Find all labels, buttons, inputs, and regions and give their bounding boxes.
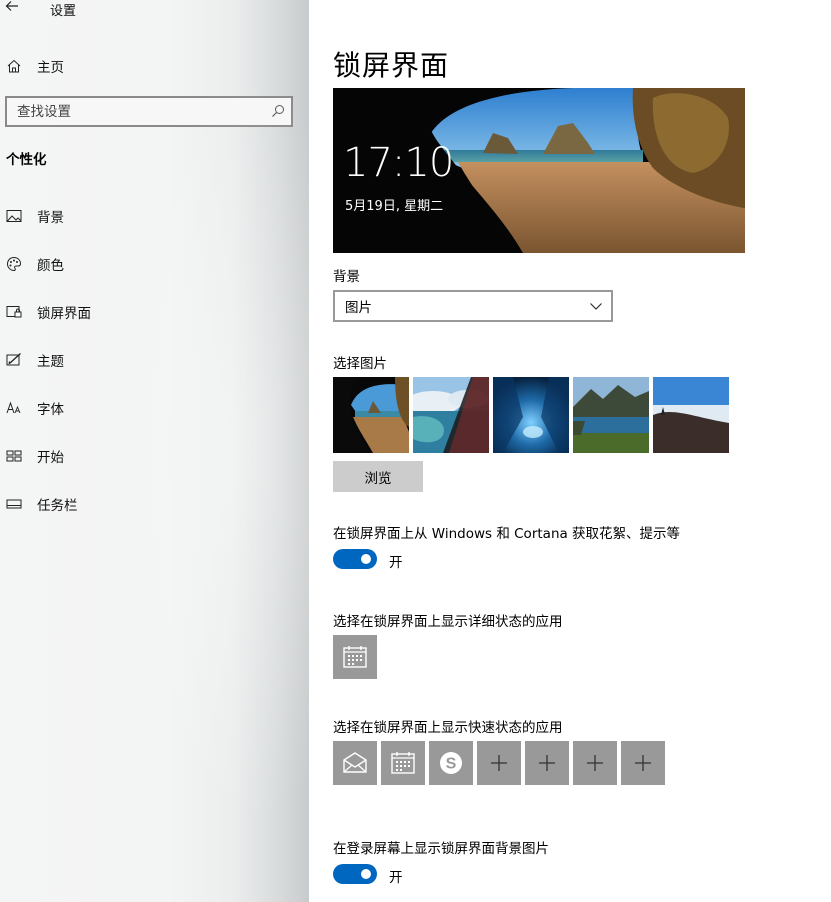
background-label: 背景 — [333, 269, 360, 285]
calendar-icon — [391, 752, 415, 774]
back-button[interactable] — [4, 0, 24, 16]
plus-icon — [635, 755, 651, 771]
sidebar: 设置 主页 个性化 背景 颜色 锁屏界面 — [0, 0, 309, 902]
search-box[interactable] — [5, 96, 293, 127]
preview-date: 5月19日, 星期二 — [345, 199, 444, 214]
background-dropdown[interactable]: 图片 — [333, 290, 613, 322]
search-input[interactable] — [7, 98, 257, 125]
sidebar-item-label: 锁屏界面 — [37, 306, 91, 322]
sidebar-item-label: 主题 — [37, 354, 64, 370]
lockscreen-preview: 17:10 5月19日, 星期二 — [333, 88, 745, 253]
sidebar-item-background[interactable]: 背景 — [0, 201, 309, 231]
home-icon — [6, 58, 22, 74]
signin-background-label: 在登录屏幕上显示锁屏界面背景图片 — [333, 841, 549, 857]
sidebar-item-taskbar[interactable]: 任务栏 — [0, 489, 309, 519]
signin-background-toggle[interactable] — [333, 864, 377, 884]
picture-thumbnail[interactable] — [573, 377, 649, 453]
background-dropdown-value: 图片 — [345, 300, 372, 316]
quick-status-label: 选择在锁屏界面上显示快速状态的应用 — [333, 720, 563, 736]
fun-facts-label: 在锁屏界面上从 Windows 和 Cortana 获取花絮、提示等 — [333, 526, 681, 542]
plus-icon — [587, 755, 603, 771]
quick-status-add-button[interactable] — [525, 741, 569, 785]
svg-text:S: S — [446, 756, 457, 773]
picture-thumbnail[interactable] — [653, 377, 729, 453]
main-content: 锁屏界面 17:10 5月19日, 星期二 背景 图片 选择图片 浏览 在锁屏界… — [309, 0, 831, 902]
quick-status-app-calendar[interactable] — [381, 741, 425, 785]
sidebar-item-start[interactable]: 开始 — [0, 441, 309, 471]
quick-status-add-button[interactable] — [621, 741, 665, 785]
title-bar: 设置 — [0, 0, 309, 19]
theme-icon — [6, 352, 22, 368]
plus-icon — [539, 755, 555, 771]
detailed-status-label: 选择在锁屏界面上显示详细状态的应用 — [333, 614, 563, 630]
section-title: 个性化 — [6, 152, 47, 168]
page-title: 锁屏界面 — [333, 49, 450, 82]
quick-status-app-mail[interactable] — [333, 741, 377, 785]
picture-thumbnails — [333, 377, 733, 453]
sidebar-item-label: 字体 — [37, 402, 64, 418]
image-icon — [6, 208, 22, 224]
choose-picture-label: 选择图片 — [333, 356, 387, 372]
start-icon — [6, 448, 22, 464]
font-icon — [6, 400, 22, 416]
quick-status-add-button[interactable] — [477, 741, 521, 785]
chevron-down-icon — [590, 303, 602, 310]
search-icon[interactable] — [271, 104, 285, 118]
browse-button[interactable]: 浏览 — [333, 461, 423, 492]
detailed-status-app-calendar[interactable] — [333, 635, 377, 679]
sidebar-item-label: 主页 — [37, 60, 64, 76]
sidebar-item-lockscreen[interactable]: 锁屏界面 — [0, 297, 309, 327]
quick-status-add-button[interactable] — [573, 741, 617, 785]
skype-icon: S — [440, 752, 462, 774]
sidebar-item-label: 任务栏 — [37, 498, 78, 514]
sidebar-item-label: 背景 — [37, 210, 64, 226]
signin-background-toggle-state: 开 — [389, 870, 403, 886]
sidebar-item-fonts[interactable]: 字体 — [0, 393, 309, 423]
sidebar-item-home[interactable]: 主页 — [0, 52, 309, 80]
fun-facts-toggle-state: 开 — [389, 555, 403, 571]
fun-facts-toggle[interactable] — [333, 549, 377, 569]
sidebar-item-colors[interactable]: 颜色 — [0, 249, 309, 279]
sidebar-item-themes[interactable]: 主题 — [0, 345, 309, 375]
picture-thumbnail[interactable] — [493, 377, 569, 453]
taskbar-icon — [6, 496, 22, 512]
calendar-icon — [343, 646, 367, 668]
preview-time: 17:10 — [343, 140, 454, 186]
sidebar-item-label: 开始 — [37, 450, 64, 466]
lockscreen-icon — [6, 304, 22, 320]
palette-icon — [6, 256, 22, 272]
app-title: 设置 — [50, 4, 77, 19]
picture-thumbnail[interactable] — [413, 377, 489, 453]
back-arrow-icon — [5, 1, 18, 11]
sidebar-item-label: 颜色 — [37, 258, 64, 274]
quick-status-app-skype[interactable]: S — [429, 741, 473, 785]
plus-icon — [491, 755, 507, 771]
picture-thumbnail[interactable] — [333, 377, 409, 453]
mail-icon — [343, 752, 367, 773]
